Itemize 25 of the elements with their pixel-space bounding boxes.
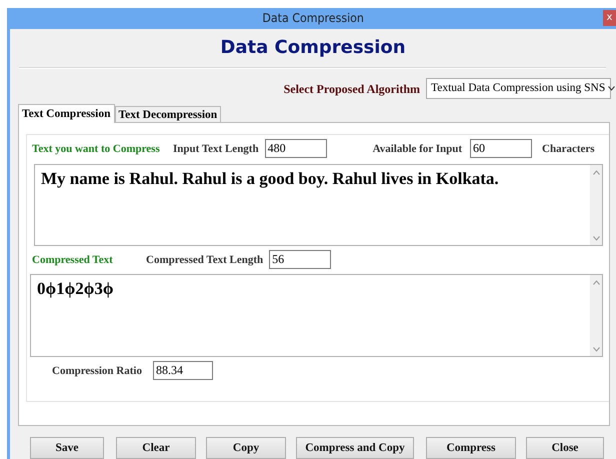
field-label: Compressed Text Length	[146, 254, 264, 266]
window-close-button[interactable]: x	[603, 10, 616, 26]
action-button[interactable]: Compress and Copy	[296, 437, 414, 459]
action-button[interactable]: Copy	[206, 437, 286, 459]
unit-label: Characters	[542, 142, 595, 155]
text-area[interactable]: My name is Rahul. Rahul is a good boy. Rahul lives in Kolkata.	[34, 164, 603, 246]
input-field[interactable]: 88.34	[152, 361, 213, 380]
tab[interactable]: Text Decompression	[114, 106, 222, 122]
text-area[interactable]: 0ϕ1ϕ2ϕ3ϕ	[30, 274, 603, 357]
field-label: Input Text Length	[173, 142, 259, 155]
field-label: Compression Ratio	[52, 364, 142, 377]
input-field[interactable]: 60	[470, 139, 532, 158]
section-label: Text you want to Compress	[32, 142, 161, 155]
action-button[interactable]: Save	[30, 437, 104, 459]
field-label: Select Proposed Algorithm	[284, 82, 420, 98]
input-field[interactable]: 56	[269, 250, 332, 270]
window-title: Data Compression	[262, 11, 364, 26]
section-label: Compressed Text	[32, 254, 114, 266]
action-button[interactable]: Close	[526, 437, 604, 459]
input-field[interactable]: 480	[264, 139, 327, 158]
tab[interactable]: Text Compression	[18, 104, 114, 123]
page-heading: Data Compression	[219, 36, 407, 58]
action-button[interactable]: Clear	[116, 437, 196, 459]
action-button[interactable]: Compress	[426, 437, 516, 459]
field-label: Available for Input	[372, 142, 462, 155]
